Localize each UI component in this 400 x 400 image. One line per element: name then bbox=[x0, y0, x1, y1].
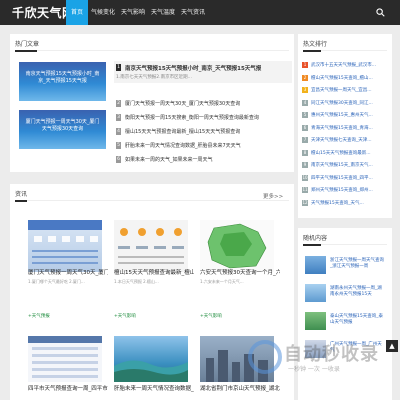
rank-number: 5 bbox=[116, 142, 121, 149]
rank-number: 1 bbox=[302, 62, 308, 68]
rank-item[interactable]: 檀山15天天气预报查询最新... bbox=[311, 150, 389, 156]
hot-featured-title[interactable]: 南京天气预报15天气预报小时_南京_天气预报15天气报 bbox=[125, 64, 290, 72]
news-title: 资讯 bbox=[15, 191, 28, 198]
rank-number: 1 bbox=[116, 64, 121, 71]
random-thumb[interactable] bbox=[305, 284, 326, 302]
news-item-title[interactable]: 六安天气预报30天查询一个月_六安天气预报30天 bbox=[200, 268, 280, 276]
hot-item[interactable]: 衡阳天气预报一周15天搜索_衡阳一周天气预报查询最新查询 bbox=[125, 114, 259, 121]
top-nav: 千欣天气网 首页 气候变化 天气影响 天气温度 天气资讯 bbox=[0, 0, 400, 25]
rank-item[interactable]: 青海天气预报15天查询_青海... bbox=[311, 125, 389, 131]
nav-item-news[interactable]: 天气资讯 bbox=[180, 0, 206, 25]
news-item-tag[interactable]: +天气预报 bbox=[28, 313, 50, 319]
news-item-desc: 1.本日天气预报 2.檀山... bbox=[114, 279, 159, 284]
news-item-title[interactable]: 肝胎未来一周天气情况查询数据_肝胎县 bbox=[114, 384, 194, 392]
rank-number: 7 bbox=[302, 137, 308, 143]
news-item-tag[interactable]: +天气影响 bbox=[200, 313, 222, 319]
divider bbox=[303, 49, 387, 52]
news-thumb-2[interactable] bbox=[114, 220, 188, 272]
rank-item[interactable]: 宜昌天气预报一周天气_宜昌... bbox=[311, 87, 389, 93]
watermark-logo-icon bbox=[248, 340, 282, 374]
weather-forecast-image bbox=[118, 228, 184, 264]
watermark-text: 自动秒收录 bbox=[284, 344, 379, 365]
nav-item-climate[interactable]: 气候变化 bbox=[90, 0, 116, 25]
rank-item[interactable]: 郑州天气预报15天查询_郑州... bbox=[311, 187, 389, 193]
news-thumb-3[interactable] bbox=[200, 220, 274, 272]
search-icon[interactable] bbox=[376, 8, 385, 17]
random-item[interactable]: 泰山天气预报15天查询_泰山天气预报 bbox=[330, 314, 386, 326]
rank-number: 12 bbox=[302, 199, 308, 206]
landscape-image bbox=[114, 360, 188, 382]
rank-number: 9 bbox=[302, 162, 308, 168]
rank-item[interactable]: 南京天气预报15天_南京天气... bbox=[311, 162, 389, 168]
rank-item[interactable]: 同江天气预报30天查询_同江... bbox=[311, 100, 389, 106]
news-item-desc: 1.厦门哪个天气最好吃 2.厦门... bbox=[28, 279, 85, 284]
weather-list-image bbox=[28, 336, 102, 378]
watermark-subtext: 一秒钟 一次 一收录 bbox=[288, 366, 340, 373]
rank-number: 11 bbox=[302, 187, 308, 193]
rank-number: 4 bbox=[302, 99, 308, 106]
rank-title: 热文排行 bbox=[303, 41, 328, 48]
hot-thumb-caption: 南京天气预报15天气预报小时_南京_天气预报15天气报 bbox=[25, 71, 100, 84]
rank-number: 6 bbox=[302, 124, 308, 131]
weather-table-image bbox=[28, 220, 102, 264]
hot-articles-title: 热门文章 bbox=[15, 41, 40, 48]
hot-featured-desc: 1.南京七天天气预报2.南京市区近期... bbox=[116, 75, 192, 80]
random-item[interactable]: 浙江天气预报一周天气查询_浙江天气预报一周 bbox=[330, 258, 386, 270]
nav-item-impact[interactable]: 天气影响 bbox=[120, 0, 146, 25]
divider bbox=[303, 243, 387, 246]
weather-map-image bbox=[207, 223, 267, 269]
hot-item[interactable]: 厦门天气预报一周天气30天_厦门天气预报30天查询 bbox=[125, 100, 240, 107]
random-item[interactable]: 湖南永州天气预报一周_湖南永州天气预报15天 bbox=[330, 286, 386, 298]
hot-thumb-2[interactable]: 厦门天气预报一周天气30天_厦门天气预报30天查询 bbox=[19, 110, 106, 149]
nav-item-home[interactable]: 首页 bbox=[66, 0, 88, 25]
hot-thumb-caption: 厦门天气预报一周天气30天_厦门天气预报30天查询 bbox=[25, 119, 100, 132]
hot-item[interactable]: 肝胎未来一周天气情况查询数据_肝胎县未来7天天气 bbox=[125, 142, 241, 149]
rank-number: 5 bbox=[302, 112, 308, 118]
random-thumb[interactable] bbox=[305, 312, 326, 330]
hot-item[interactable]: 如果未来一周的天气_如果未来一周天气 bbox=[125, 156, 213, 163]
back-to-top-button[interactable]: ▲ bbox=[386, 340, 398, 352]
news-item-title[interactable]: 四平市天气预报查询一周_四平市天气预报 bbox=[28, 384, 108, 392]
watermark-overlay: 自动秒收录 一秒钟 一次 一收录 bbox=[244, 336, 400, 400]
random-title: 随机内容 bbox=[303, 235, 328, 242]
news-thumb-4[interactable] bbox=[28, 336, 102, 382]
news-item-title[interactable]: 厦门天气预报一周天气30天_厦门天气预报30天查询 bbox=[28, 268, 108, 276]
divider bbox=[15, 49, 289, 52]
news-item-title[interactable]: 檀山15天天气预报查询最新_檀山15天天气预报查询 bbox=[114, 268, 194, 276]
news-item-desc: 1.六安未来一个月天气... bbox=[200, 279, 244, 284]
rank-number: 4 bbox=[116, 128, 121, 135]
rank-item[interactable]: 天津天气预报七天查询_天津... bbox=[311, 137, 389, 143]
rank-item[interactable]: 檀山天气预报15天查询_檀山... bbox=[311, 75, 389, 81]
rank-item[interactable]: 四平天气预报15天查询_四平... bbox=[311, 175, 389, 181]
divider bbox=[15, 199, 289, 202]
rank-item[interactable]: 天气预报15天查询_天气... bbox=[311, 200, 389, 206]
hot-thumb-1[interactable]: 南京天气预报15天气预报小时_南京_天气预报15天气报 bbox=[19, 62, 106, 101]
rank-number: 2 bbox=[116, 100, 121, 107]
rank-number: 10 bbox=[302, 174, 308, 181]
news-thumb-1[interactable] bbox=[28, 220, 102, 272]
hot-item[interactable]: 檀山15天天气预报查询最新_檀山15天天气预报查询 bbox=[125, 128, 240, 135]
rank-number: 2 bbox=[302, 74, 308, 81]
more-link[interactable]: 更多>> bbox=[263, 192, 283, 200]
rank-item[interactable]: 惠州天气预报15天_惠州天气... bbox=[311, 112, 389, 118]
news-item-tag[interactable]: +天气影响 bbox=[114, 313, 136, 319]
rank-number: 3 bbox=[302, 87, 308, 93]
nav-item-temperature[interactable]: 天气温度 bbox=[150, 0, 176, 25]
rank-item[interactable]: 武汉市十五天天气预报_武汉市... bbox=[311, 62, 389, 68]
random-thumb[interactable] bbox=[305, 256, 326, 274]
rank-number: 3 bbox=[116, 114, 121, 121]
news-thumb-5[interactable] bbox=[114, 336, 188, 382]
rank-number: 6 bbox=[116, 156, 121, 163]
rank-number: 8 bbox=[302, 149, 308, 156]
